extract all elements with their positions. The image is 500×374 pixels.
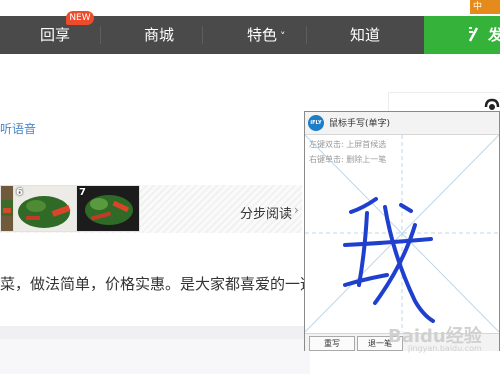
nav-item-features[interactable]: 特色 ˅ <box>247 16 286 54</box>
panel-title-bar[interactable]: iFLY 鼠标手写(单字) <box>305 112 499 135</box>
handwriting-canvas[interactable]: 左键双击: 上屏首候选 右键单击: 删除上一笔 <box>304 134 500 333</box>
ime-mode-tab[interactable]: 中 <box>470 0 500 14</box>
step-number: 7 <box>79 187 86 198</box>
new-badge: NEW <box>66 11 94 25</box>
step-thumbnail[interactable]: 7 <box>76 185 140 232</box>
food-photo <box>77 186 139 231</box>
handwriting-input-panel[interactable]: iFLY 鼠标手写(单字) 左键双击: 上屏首候选 右键单击: 删除上一笔 重写… <box>304 111 500 351</box>
rewrite-button[interactable]: 重写 <box>309 336 355 351</box>
food-photo <box>1 186 13 231</box>
help-text-line: 右键单击: 删除上一笔 <box>309 155 387 164</box>
horizontal-scrollbar[interactable] <box>0 326 310 339</box>
ifly-logo-icon: iFLY <box>308 115 324 131</box>
step-thumbnail[interactable]: 6 <box>13 185 77 232</box>
nav-item-features-label: 特色 <box>247 26 278 44</box>
panel-title: 鼠标手写(单字) <box>329 119 391 129</box>
pen-icon <box>468 27 479 42</box>
ink-strokes <box>343 197 435 323</box>
listen-voice-link[interactable]: 听语音 <box>0 120 36 137</box>
nav-item-mall[interactable]: 商城 <box>144 16 174 54</box>
nav-divider <box>306 26 307 44</box>
recipe-description: 菜，做法简单，价格实惠。是大家都喜爱的一道 <box>0 275 316 293</box>
nav-item-zhidao[interactable]: 知道 <box>350 16 380 54</box>
help-text-line: 左键双击: 上屏首候选 <box>309 140 387 149</box>
food-photo <box>14 186 76 231</box>
page-footer-band <box>0 339 310 374</box>
step-number: 6 <box>16 187 23 198</box>
nav-divider <box>100 26 101 44</box>
step-read-link[interactable]: 分步阅读 <box>240 203 292 222</box>
publish-label[interactable]: 发 <box>488 16 500 54</box>
chevron-right-icon: › <box>294 203 299 217</box>
step-thumbnail[interactable] <box>0 185 14 232</box>
chevron-down-icon: ˅ <box>280 30 286 43</box>
baidu-watermark-url: jingyan.baidu.com <box>408 344 482 353</box>
nav-divider <box>202 26 203 44</box>
